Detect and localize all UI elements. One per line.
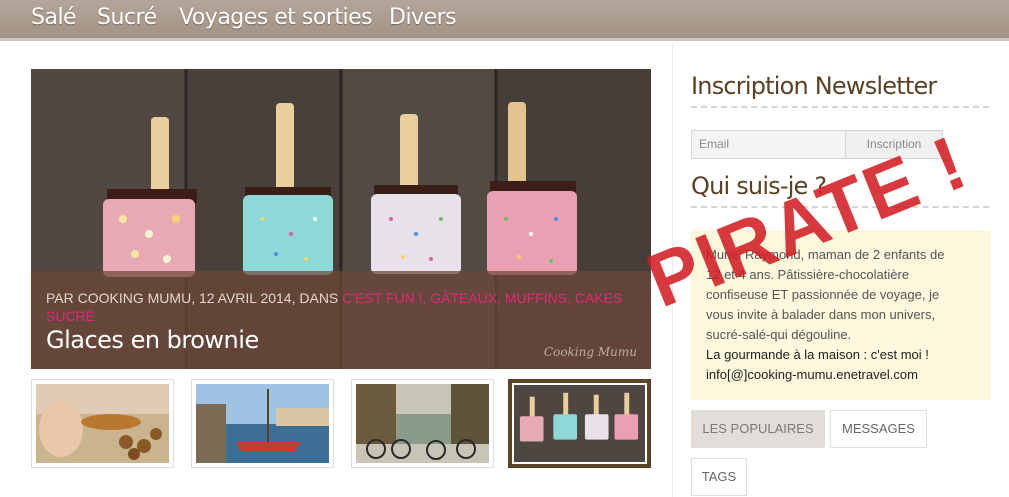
page: Salé Sucré Voyages et sorties Divers PAR… (0, 0, 1009, 497)
nav-item-sucre[interactable]: Sucré (97, 5, 157, 30)
post-meta: Par Cooking Mumu, 12 avril 2014, dans C'… (46, 289, 636, 325)
nav-item-voyages[interactable]: Voyages et sorties (179, 5, 373, 30)
featured-slider[interactable]: Par Cooking Mumu, 12 avril 2014, dans C'… (31, 69, 651, 369)
tab-popular[interactable]: LES POPULAIRES (691, 410, 825, 448)
thumbnail-canal[interactable] (351, 379, 494, 468)
divider (691, 106, 989, 108)
post-category-sucre[interactable]: Sucré (46, 308, 95, 324)
email-input[interactable]: Email (691, 130, 846, 159)
thumbnail-image (514, 385, 645, 462)
newsletter-heading: Inscription Newsletter (691, 72, 937, 100)
top-navigation: Salé Sucré Voyages et sorties Divers (0, 0, 1009, 41)
thumbnail-cookies[interactable] (31, 379, 174, 468)
post-meta-prefix: Par Cooking Mumu, 12 avril 2014, dans (46, 290, 343, 306)
thumbnail-harbor[interactable] (191, 379, 334, 468)
photo-watermark: Cooking Mumu (543, 345, 637, 359)
tab-messages[interactable]: MESSAGES (830, 410, 927, 448)
post-title[interactable]: Glaces en brownie (46, 326, 259, 354)
thumbnail-brownie-pops[interactable] (508, 379, 651, 468)
post-categories[interactable]: C'est fun !, Gâteaux, muffins, cakes (342, 290, 622, 306)
tab-tags[interactable]: TAGS (691, 458, 747, 496)
nav-item-divers[interactable]: Divers (389, 5, 457, 30)
slide-caption: Par Cooking Mumu, 12 avril 2014, dans C'… (31, 271, 651, 369)
about-line: La gourmande à la maison : c'est moi ! (706, 347, 929, 362)
contact-email: info[@]cooking-mumu.enetravel.com (706, 367, 918, 382)
about-line: sucré-salé-qui dégouline. (706, 327, 852, 342)
thumbnail-image (196, 384, 329, 463)
nav-item-sale[interactable]: Salé (31, 5, 77, 30)
thumbnail-image (36, 384, 169, 463)
thumbnail-image (356, 384, 489, 463)
about-line: vous invite à balader dans mon univers, (706, 307, 936, 322)
